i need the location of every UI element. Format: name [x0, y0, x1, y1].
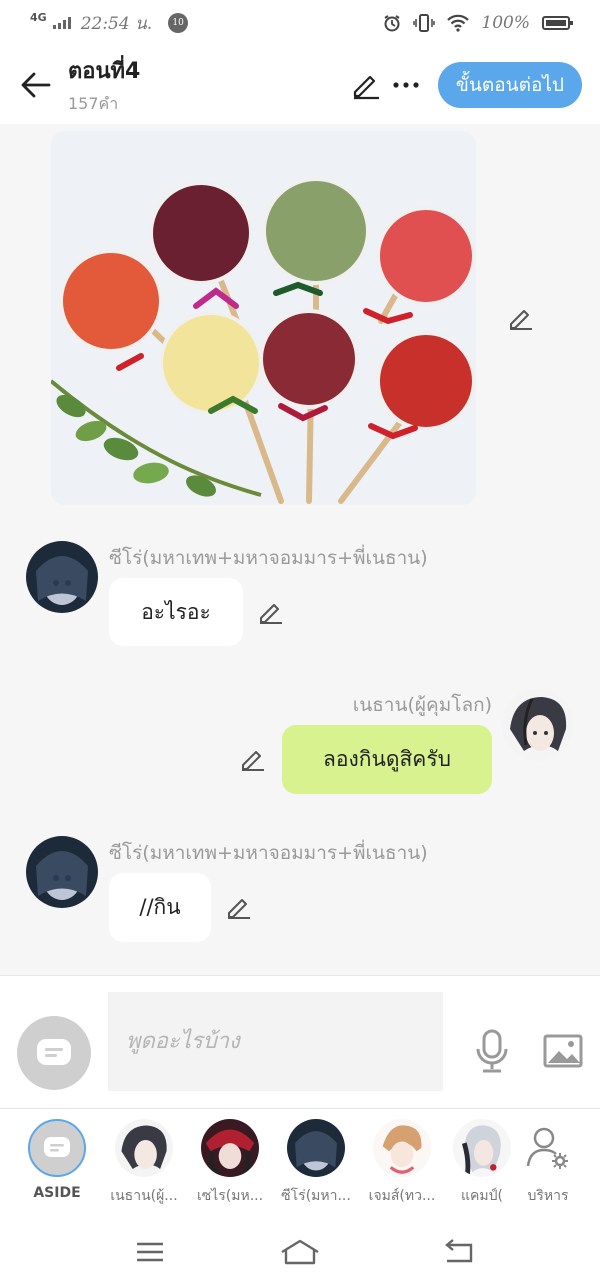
character-name: เซไร(มห... [196, 1188, 264, 1204]
notification-badge: 10 [168, 13, 189, 33]
chapter-header: ตอนที่4 157คำ ขั้นตอนต่อไป [0, 46, 600, 124]
microphone-icon [476, 1029, 508, 1073]
character-nethan[interactable]: เนธาน(ผู้... [102, 1119, 186, 1207]
character-avatar [201, 1119, 259, 1177]
character-avatar-nethan [502, 689, 574, 761]
menu-button[interactable] [130, 1236, 170, 1268]
aside-toggle-button[interactable] [17, 1016, 91, 1090]
avatar[interactable] [26, 836, 98, 908]
avatar[interactable] [502, 689, 574, 761]
chapter-title: ตอนที่4 [68, 59, 141, 84]
character-avatar-james [373, 1119, 431, 1177]
edit-image-message-button[interactable] [506, 303, 536, 333]
message-input[interactable] [108, 992, 443, 1091]
arrow-left-icon [21, 72, 51, 98]
voice-input-button[interactable] [472, 1028, 512, 1074]
character-avatar [287, 1119, 345, 1177]
image-icon [543, 1034, 583, 1068]
next-step-button[interactable]: ขั้นตอนต่อไป [437, 62, 582, 108]
edit-message-button[interactable] [224, 892, 254, 922]
network-type: 4G [30, 10, 47, 24]
back-button[interactable] [18, 67, 54, 103]
pencil-icon [510, 310, 532, 330]
sender-name: ซีโร่(มหาเทพ+มหาจอมมาร+พี่เนธาน) [109, 547, 428, 569]
character-name: ซีโร่(มหา... [281, 1188, 351, 1204]
battery-percent: 100% [481, 13, 530, 33]
character-name: เจมส์(ทว... [368, 1188, 436, 1204]
character-zero[interactable]: ซีโร่(มหา... [274, 1119, 358, 1207]
aside-avatar [28, 1119, 86, 1177]
character-aside[interactable]: ASIDE [15, 1119, 99, 1201]
wifi-icon [447, 14, 470, 32]
back-nav-button[interactable] [438, 1236, 478, 1268]
insert-image-button[interactable] [542, 1032, 584, 1070]
pencil-icon [260, 604, 282, 624]
manage-characters-button[interactable]: บริหาร [506, 1119, 590, 1207]
edit-chapter-button[interactable] [346, 65, 386, 105]
character-avatar-zero [287, 1119, 345, 1177]
system-nav-bar [0, 1218, 600, 1287]
return-icon [445, 1239, 473, 1263]
pencil-icon [228, 899, 250, 919]
character-avatar-zero [26, 836, 98, 908]
sender-name: ซีโร่(มหาเทพ+มหาจอมมาร+พี่เนธาน) [109, 842, 428, 864]
manage-avatar [519, 1119, 577, 1177]
pencil-icon [353, 75, 379, 100]
character-name: แคมป์( [461, 1188, 503, 1204]
clock: 22:54 น. [80, 13, 153, 34]
word-count: 157คำ [68, 94, 119, 113]
character-sezai[interactable]: เซไร(มห... [188, 1119, 272, 1207]
character-avatar-zero [26, 541, 98, 613]
character-avatar-sezai [201, 1119, 259, 1177]
pencil-icon [242, 751, 264, 771]
message-bubble[interactable]: //กิน [109, 873, 211, 942]
message-bubble[interactable]: อะไรอะ [109, 578, 243, 646]
message-bubble-icon [37, 1039, 71, 1065]
vibrate-icon [413, 14, 436, 32]
character-name: ASIDE [33, 1185, 81, 1201]
more-options-button[interactable] [386, 65, 426, 105]
character-selector: ASIDE เนธาน(ผู้... เซไร(มห... ซีโร่(มหา.… [0, 1108, 600, 1218]
more-icon [393, 82, 419, 88]
status-bar: 4G 22:54 น. 10 100% [0, 0, 600, 46]
character-avatar-nethan [115, 1119, 173, 1177]
character-avatar [453, 1119, 511, 1177]
character-avatar-camp [453, 1119, 511, 1177]
home-button[interactable] [280, 1236, 320, 1268]
character-avatar [373, 1119, 431, 1177]
battery-icon [542, 16, 573, 30]
message-image[interactable] [51, 131, 476, 505]
character-name: เนธาน(ผู้... [110, 1188, 178, 1204]
message-composer [0, 975, 600, 1108]
character-avatar [115, 1119, 173, 1177]
user-settings-icon [526, 1127, 568, 1169]
edit-message-button[interactable] [256, 597, 286, 627]
message-bubble-icon [44, 1137, 70, 1157]
edit-message-button[interactable] [238, 744, 268, 774]
message-bubble[interactable]: ลองกินดูสิครับ [282, 725, 492, 794]
avatar[interactable] [26, 541, 98, 613]
character-james[interactable]: เจมส์(ทว... [360, 1119, 444, 1207]
sender-name: เนธาน(ผู้คุมโลก) [352, 694, 492, 716]
home-icon [281, 1239, 319, 1265]
menu-icon [137, 1242, 163, 1262]
alarm-icon [384, 15, 400, 32]
character-name: บริหาร [527, 1188, 569, 1204]
lollipops-image [51, 131, 476, 505]
signal-icon [52, 17, 71, 29]
